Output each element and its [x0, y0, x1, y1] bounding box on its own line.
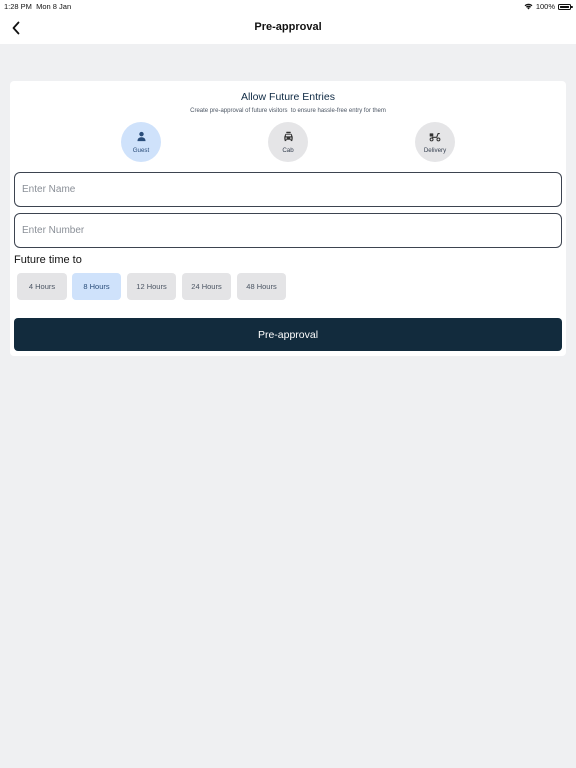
visitor-type-label: Delivery: [423, 146, 447, 154]
status-date: Mon 8 Jan: [36, 2, 72, 11]
navigation-bar: Pre-approval: [0, 14, 576, 44]
person-icon: [135, 131, 147, 143]
wifi-icon: [524, 3, 533, 10]
name-input[interactable]: [14, 172, 562, 207]
card-subtitle: Create pre-approval of future visitors t…: [190, 108, 386, 114]
status-indicators: 100%: [524, 2, 573, 11]
pre-approval-card: Allow Future Entries Create pre-approval…: [10, 81, 566, 356]
visitor-type-label: Cab: [282, 146, 294, 154]
visitor-type-guest[interactable]: Guest: [121, 122, 161, 162]
number-input[interactable]: [14, 213, 562, 248]
battery-percent: 100%: [535, 2, 555, 11]
hours-option-48[interactable]: 48 Hours: [237, 273, 286, 300]
visitor-type-cab[interactable]: Cab: [268, 122, 308, 162]
visitor-type-label: Guest: [132, 146, 150, 154]
page-title: Pre-approval: [254, 21, 322, 33]
status-time: 1:28 PM Mon 8 Jan: [4, 2, 71, 11]
status-bar: 1:28 PM Mon 8 Jan 100%: [0, 0, 576, 14]
future-time-label: Future time to: [14, 254, 82, 266]
status-clock: 1:28 PM: [4, 2, 32, 11]
hours-option-12[interactable]: 12 Hours: [127, 273, 176, 300]
visitor-type-delivery[interactable]: Delivery: [415, 122, 455, 162]
battery-icon: [558, 3, 573, 10]
pre-approval-button[interactable]: Pre-approval: [14, 318, 562, 351]
car-icon: [282, 131, 294, 143]
hours-option-4[interactable]: 4 Hours: [17, 273, 67, 300]
hours-option-24[interactable]: 24 Hours: [182, 273, 231, 300]
scooter-icon: [429, 131, 441, 143]
card-title: Allow Future Entries: [241, 91, 335, 103]
hours-option-8[interactable]: 8 Hours: [72, 273, 121, 300]
